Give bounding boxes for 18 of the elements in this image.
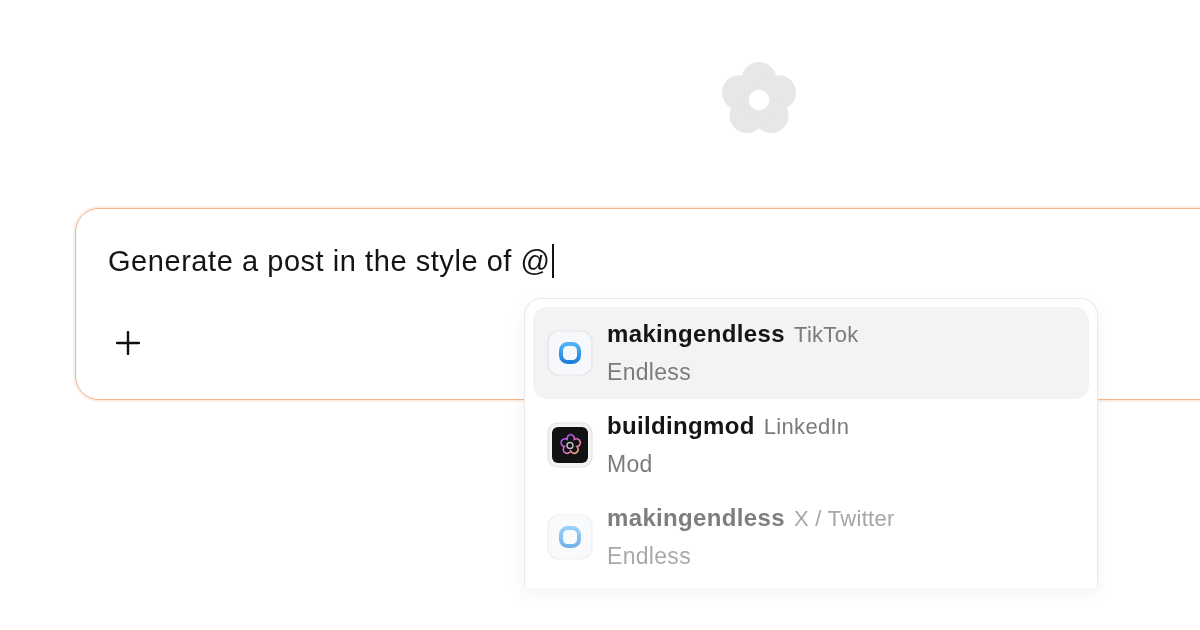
platform-label: X / Twitter [793, 505, 895, 533]
mention-option[interactable]: buildingmod LinkedIn Mod [533, 399, 1089, 491]
plus-icon [116, 331, 140, 355]
prompt-input[interactable]: Generate a post in the style of @ [108, 241, 554, 281]
account-name: Mod [607, 450, 654, 479]
text-cursor-icon [551, 244, 554, 278]
ring-app-icon [547, 330, 593, 376]
account-handle: buildingmod [607, 411, 755, 441]
account-handle: makingendless [607, 319, 785, 349]
account-name: Endless [607, 358, 692, 387]
account-handle: makingendless [607, 503, 785, 533]
ring-app-icon [547, 514, 593, 560]
mention-option[interactable]: makingendless X / Twitter Endless [533, 491, 1089, 583]
mention-option[interactable]: makingendless TikTok Endless [533, 307, 1089, 399]
account-name: Endless [607, 542, 692, 571]
platform-label: TikTok [793, 321, 859, 349]
platform-label: LinkedIn [763, 413, 850, 441]
flower-app-icon [547, 422, 593, 468]
